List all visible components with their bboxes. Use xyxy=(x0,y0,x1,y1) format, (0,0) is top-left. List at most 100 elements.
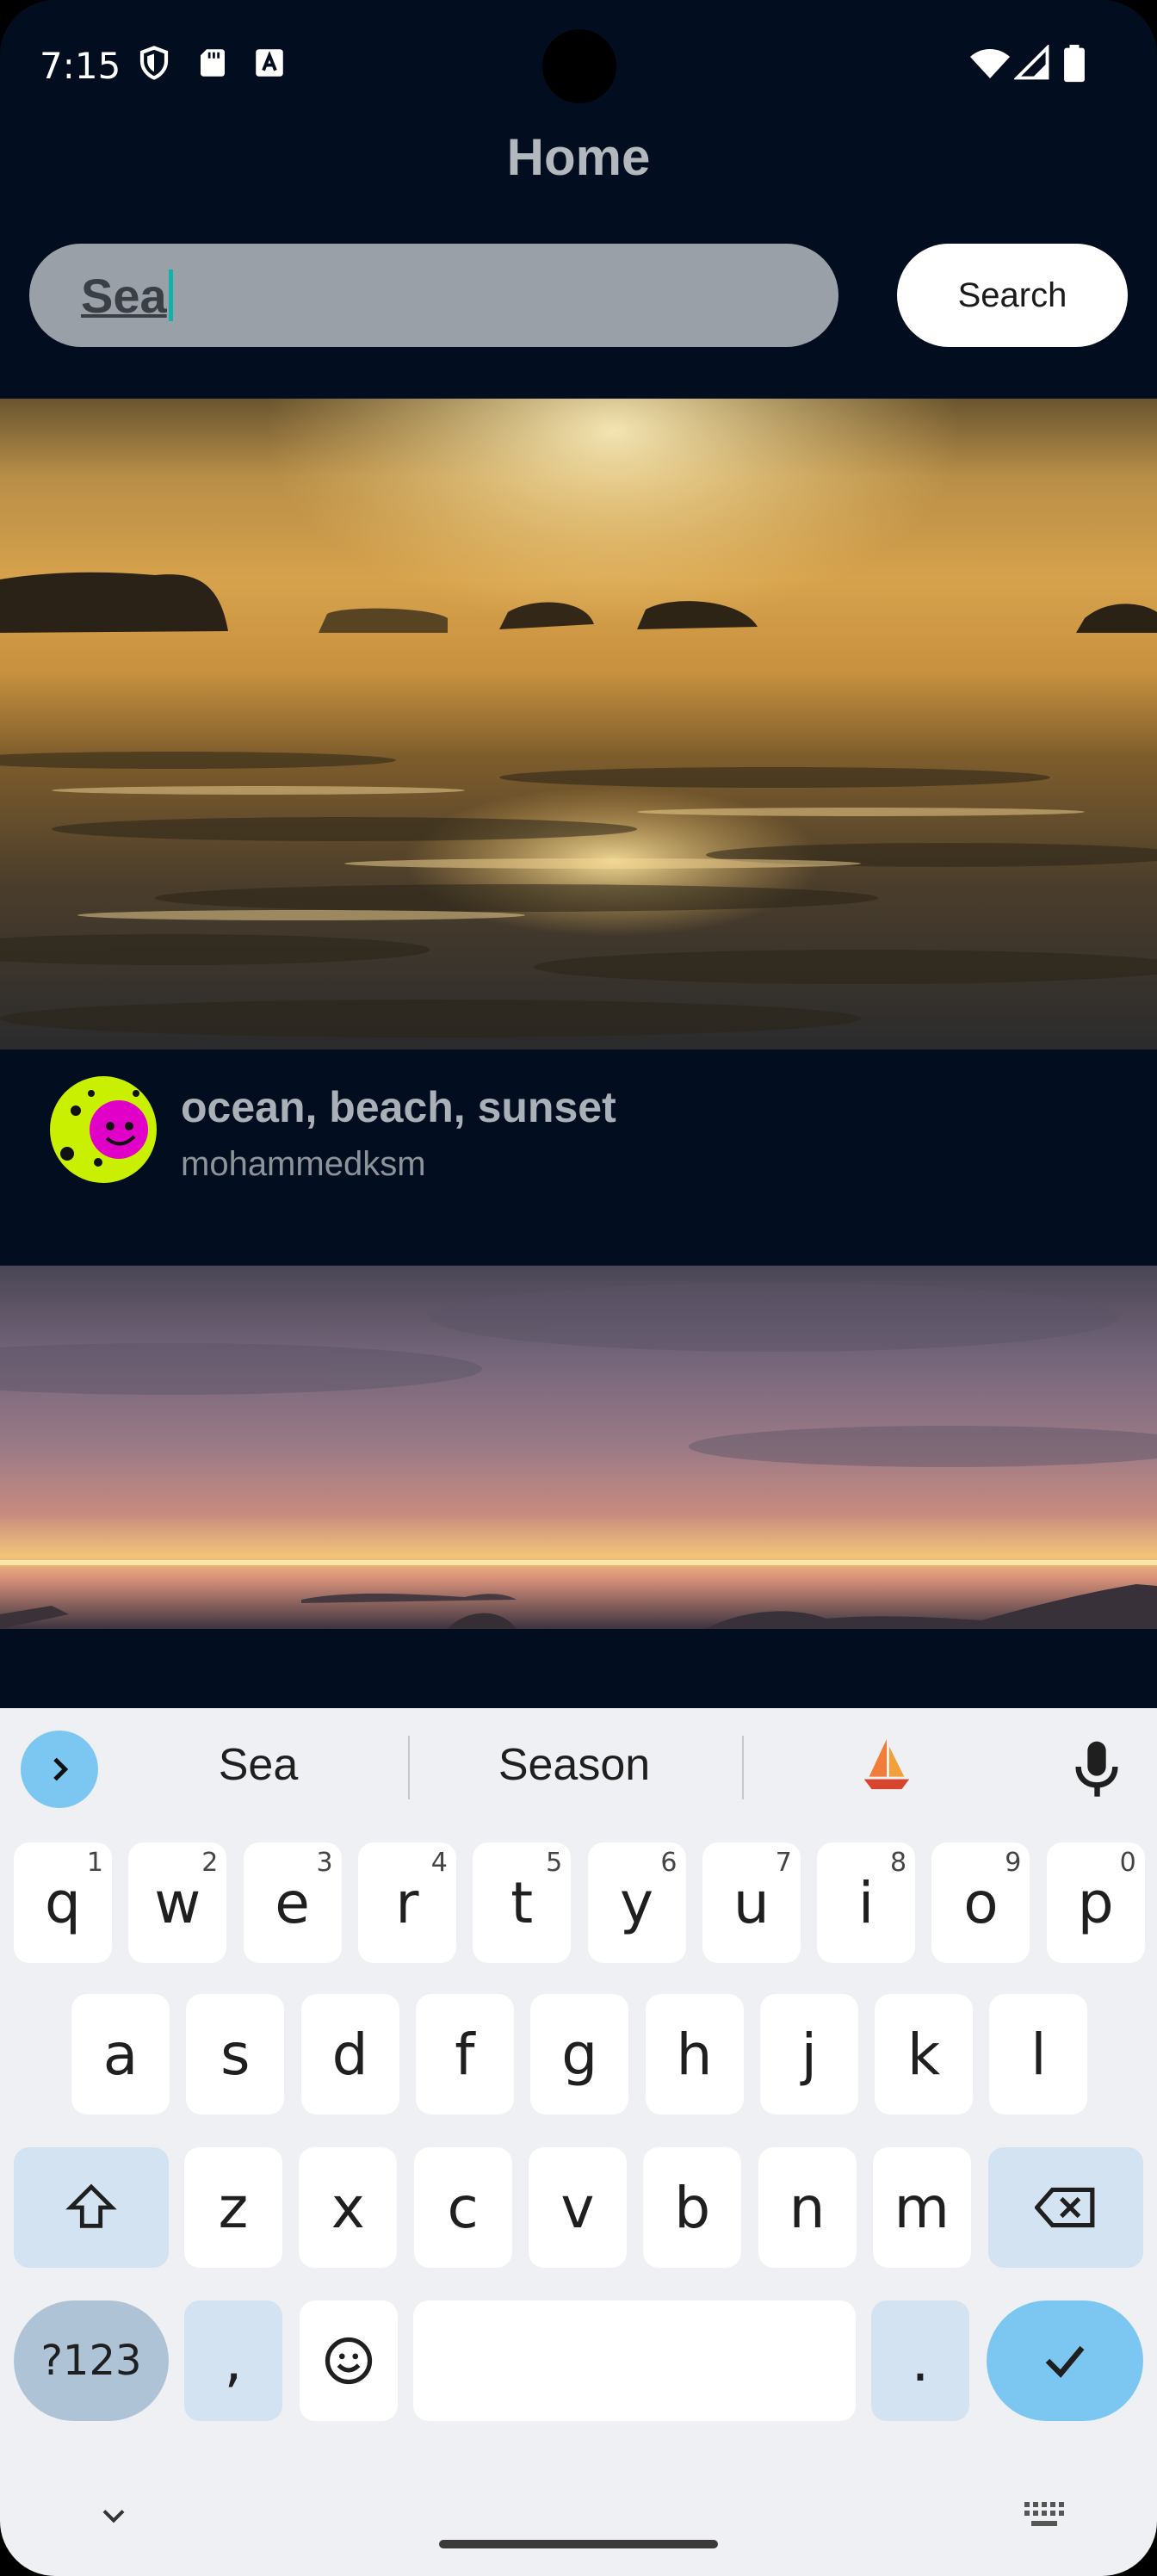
key-label: u xyxy=(733,1869,770,1936)
key-label: i xyxy=(857,1869,875,1936)
suggestion-1[interactable]: Sea xyxy=(129,1739,387,1791)
post-tags[interactable]: ocean, beach, sunset xyxy=(181,1082,616,1132)
battery-icon xyxy=(1062,45,1086,83)
key-v[interactable]: v xyxy=(528,2147,627,2268)
key-hint: 6 xyxy=(660,1848,677,1878)
key-label: t xyxy=(510,1869,534,1936)
font-a-icon xyxy=(251,45,288,81)
status-bar: 7:15 xyxy=(0,0,1157,129)
key-r[interactable]: r4 xyxy=(357,1842,456,1963)
navigation-handle[interactable] xyxy=(439,2540,718,2548)
key-label: q xyxy=(45,1869,81,1936)
post-author[interactable]: mohammedksm xyxy=(181,1145,426,1184)
key-label: l xyxy=(1030,2021,1047,2088)
key-label: h xyxy=(676,2021,713,2088)
key-s[interactable]: s xyxy=(186,1994,285,2115)
key-w[interactable]: w2 xyxy=(128,1842,227,1963)
key-label: s xyxy=(220,2021,251,2088)
key-u[interactable]: u7 xyxy=(702,1842,801,1963)
key-o[interactable]: o9 xyxy=(931,1842,1030,1963)
key-label: c xyxy=(447,2174,479,2241)
key-k[interactable]: k xyxy=(875,1994,974,2115)
key-label: z xyxy=(218,2174,249,2241)
key-hint: 0 xyxy=(1119,1848,1136,1878)
key-label: ?123 xyxy=(40,2337,142,2385)
key-h[interactable]: h xyxy=(645,1994,744,2115)
suggestion-2[interactable]: Season xyxy=(445,1739,703,1791)
key-z[interactable]: z xyxy=(184,2147,282,2268)
key-label: . xyxy=(911,2327,930,2394)
key-label: r xyxy=(395,1869,419,1936)
key-q[interactable]: q1 xyxy=(14,1842,112,1963)
divider xyxy=(742,1736,744,1799)
key-label: b xyxy=(674,2174,711,2241)
key-hint: 9 xyxy=(1005,1848,1022,1878)
wifi-icon xyxy=(969,45,1011,81)
text-caret xyxy=(168,269,173,321)
key-label: d xyxy=(331,2021,368,2088)
key-l[interactable]: l xyxy=(989,1994,1088,2115)
soft-keyboard: Sea Season q1w2e3r4t5y6u7i8o9p0asdfghjkl… xyxy=(0,1708,1157,2576)
shield-icon xyxy=(136,45,172,81)
sailboat-emoji-suggestion[interactable] xyxy=(852,1734,921,1805)
post-image[interactable] xyxy=(0,1266,1157,1629)
symbols-key[interactable]: ?123 xyxy=(14,2300,169,2421)
key-n[interactable]: n xyxy=(758,2147,857,2268)
key-label: , xyxy=(224,2327,243,2394)
enter-key[interactable] xyxy=(987,2300,1143,2421)
key-p[interactable]: p0 xyxy=(1046,1842,1145,1963)
key-x[interactable]: x xyxy=(299,2147,398,2268)
shift-key[interactable] xyxy=(14,2147,169,2268)
key-label: k xyxy=(906,2021,941,2088)
period-key[interactable]: . xyxy=(871,2300,969,2421)
microphone-icon[interactable] xyxy=(1069,1739,1124,1801)
backspace-key[interactable] xyxy=(988,2147,1143,2268)
search-input-value: Sea xyxy=(81,268,167,323)
key-d[interactable]: d xyxy=(300,1994,399,2115)
page-title: Home xyxy=(506,128,651,186)
key-hint: 5 xyxy=(546,1848,563,1878)
key-label: g xyxy=(561,2021,598,2088)
key-label: x xyxy=(331,2174,365,2241)
signal-icon xyxy=(1012,43,1050,81)
key-label: o xyxy=(963,1869,999,1936)
author-avatar[interactable] xyxy=(50,1076,157,1183)
key-y[interactable]: y6 xyxy=(587,1842,686,1963)
key-t[interactable]: t5 xyxy=(473,1842,572,1963)
key-label: p xyxy=(1077,1869,1114,1936)
key-hint: 1 xyxy=(86,1848,103,1878)
key-b[interactable]: b xyxy=(643,2147,742,2268)
status-time: 7:15 xyxy=(40,45,121,87)
post-image[interactable] xyxy=(0,399,1157,1050)
keyboard-switch-icon[interactable] xyxy=(1023,2500,1067,2531)
key-label: v xyxy=(560,2174,595,2241)
key-f[interactable]: f xyxy=(415,1994,514,2115)
emoji-key[interactable] xyxy=(300,2300,398,2421)
key-label: n xyxy=(789,2174,826,2241)
key-c[interactable]: c xyxy=(413,2147,512,2268)
key-i[interactable]: i8 xyxy=(817,1842,916,1963)
comma-key[interactable]: , xyxy=(184,2300,282,2421)
search-input[interactable]: Sea xyxy=(29,244,838,347)
key-label: e xyxy=(275,1869,310,1936)
space-key[interactable] xyxy=(413,2300,856,2421)
key-label: w xyxy=(154,1869,201,1936)
key-j[interactable]: j xyxy=(759,1994,858,2115)
key-label: f xyxy=(455,2021,475,2088)
key-m[interactable]: m xyxy=(872,2147,971,2268)
key-e[interactable]: e3 xyxy=(243,1842,342,1963)
key-hint: 3 xyxy=(316,1848,333,1878)
camera-cutout xyxy=(542,29,616,103)
key-g[interactable]: g xyxy=(530,1994,629,2115)
key-label: a xyxy=(102,2021,139,2088)
sd-card-icon xyxy=(195,45,231,81)
key-a[interactable]: a xyxy=(71,1994,170,2115)
search-button[interactable]: Search xyxy=(897,244,1128,347)
collapse-keyboard-icon[interactable] xyxy=(95,2497,133,2535)
key-hint: 2 xyxy=(201,1848,219,1878)
key-hint: 8 xyxy=(890,1848,907,1878)
app-screen: 7:15 Home Sea Search ocean, beach, sunse… xyxy=(0,0,1157,2576)
key-label: m xyxy=(894,2174,950,2241)
expand-toolbar-button[interactable] xyxy=(21,1731,98,1808)
key-hint: 4 xyxy=(430,1848,448,1878)
